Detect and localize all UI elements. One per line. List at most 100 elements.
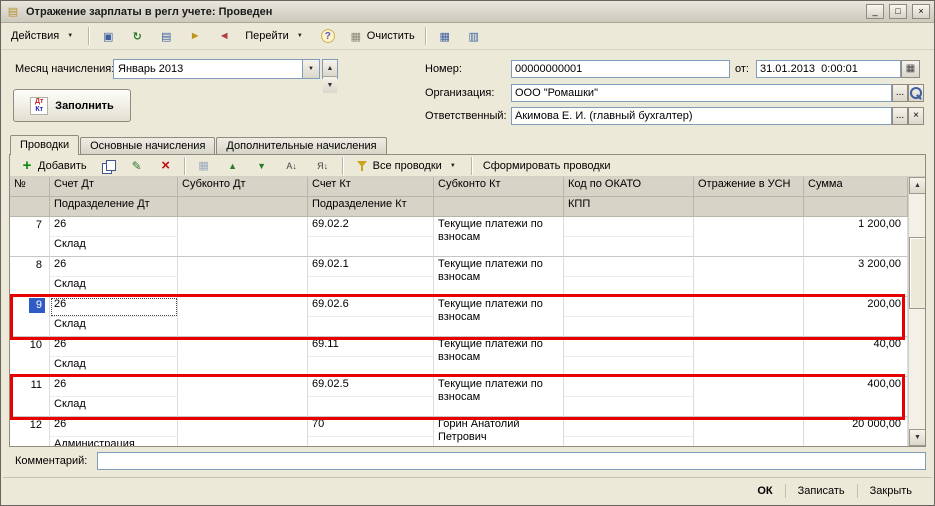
fill-button[interactable]: Заполнить: [13, 89, 131, 122]
cell-credit-account[interactable]: 69.02.5: [308, 377, 434, 397]
scrollbar-thumb[interactable]: [909, 237, 925, 309]
cell-usn[interactable]: [694, 337, 804, 377]
cell-row-number-spacer[interactable]: [10, 237, 50, 257]
copy-row-button[interactable]: [94, 155, 122, 176]
cell-debit-subconto[interactable]: [178, 377, 308, 417]
cell-row-number-spacer[interactable]: [10, 277, 50, 297]
clear-table-button[interactable]: Очистить: [342, 26, 421, 47]
cell-okato[interactable]: [564, 417, 694, 437]
list-settings-button[interactable]: [460, 26, 488, 47]
month-combobox[interactable]: Январь 2013: [113, 59, 320, 79]
cell-row-number-spacer[interactable]: [10, 317, 50, 337]
cell-kpp[interactable]: [564, 357, 694, 377]
tab[interactable]: Проводки: [10, 135, 80, 155]
go-menu-button[interactable]: Перейти: [239, 26, 314, 47]
minimize-button[interactable]: _: [866, 4, 884, 19]
cell-credit-subconto[interactable]: Текущие платежи по взносам: [434, 377, 564, 417]
cell-debit-subconto[interactable]: [178, 217, 308, 257]
cell-okato[interactable]: [564, 297, 694, 317]
cell-debit-subconto[interactable]: [178, 297, 308, 337]
cell-credit-subconto[interactable]: Текущие платежи по взносам: [434, 297, 564, 337]
cell-credit-account[interactable]: 69.02.6: [308, 297, 434, 317]
maximize-button[interactable]: □: [889, 4, 907, 19]
responsible-clear-button[interactable]: ×: [908, 107, 924, 125]
cell-row-number[interactable]: 9: [10, 297, 50, 317]
cell-credit-subconto[interactable]: Горин Анатолий Петрович: [434, 417, 564, 446]
order-settings-button[interactable]: [190, 155, 218, 176]
calendar-button[interactable]: [901, 60, 920, 78]
cell-row-number[interactable]: 7: [10, 217, 50, 237]
cell-sum[interactable]: 3 200,00: [804, 257, 908, 297]
cell-okato[interactable]: [564, 217, 694, 237]
cell-row-number[interactable]: 10: [10, 337, 50, 357]
cell-debit-subdivision[interactable]: Склад: [50, 277, 178, 297]
cell-debit-subdivision[interactable]: Склад: [50, 357, 178, 377]
cell-credit-subconto[interactable]: Текущие платежи по взносам: [434, 217, 564, 257]
comment-input[interactable]: [97, 452, 926, 470]
cell-credit-subconto[interactable]: Текущие платежи по взносам: [434, 257, 564, 297]
cell-sum[interactable]: 40,00: [804, 337, 908, 377]
cell-kpp[interactable]: [564, 437, 694, 446]
actions-menu-button[interactable]: Действия: [5, 26, 84, 47]
tab[interactable]: Основные начисления: [80, 137, 216, 154]
cell-kpp[interactable]: [564, 397, 694, 417]
close-form-button[interactable]: Закрыть: [858, 482, 924, 500]
cell-row-number[interactable]: 11: [10, 377, 50, 397]
sort-ascending-button[interactable]: А↓: [277, 155, 307, 176]
cell-okato[interactable]: [564, 337, 694, 357]
scroll-down-button[interactable]: [909, 429, 925, 446]
cell-usn[interactable]: [694, 257, 804, 297]
cell-debit-account[interactable]: 26: [50, 297, 178, 317]
month-dropdown-button[interactable]: [302, 60, 319, 78]
vertical-scrollbar[interactable]: [908, 177, 925, 446]
cell-debit-subdivision[interactable]: Склад: [50, 317, 178, 337]
responsible-input[interactable]: [511, 107, 892, 125]
cell-usn[interactable]: [694, 217, 804, 257]
cell-debit-subdivision[interactable]: Склад: [50, 237, 178, 257]
cell-credit-account[interactable]: 69.11: [308, 337, 434, 357]
scroll-up-button[interactable]: [909, 177, 925, 194]
move-up-button[interactable]: [219, 155, 247, 176]
cell-debit-subconto[interactable]: [178, 337, 308, 377]
cell-credit-account[interactable]: 69.02.2: [308, 217, 434, 237]
cell-usn[interactable]: [694, 377, 804, 417]
cell-row-number-spacer[interactable]: [10, 437, 50, 446]
cell-kpp[interactable]: [564, 317, 694, 337]
unpost-document-button[interactable]: [210, 26, 238, 47]
cell-debit-account[interactable]: 26: [50, 337, 178, 357]
cell-credit-account[interactable]: 70: [308, 417, 434, 437]
all-postings-filter-button[interactable]: Все проводки: [348, 155, 467, 176]
cell-debit-account[interactable]: 26: [50, 217, 178, 237]
save-button[interactable]: [94, 26, 122, 47]
cell-kpp[interactable]: [564, 277, 694, 297]
cell-credit-subdivision[interactable]: [308, 357, 434, 377]
tab[interactable]: Дополнительные начисления: [216, 137, 387, 154]
cell-debit-account[interactable]: 26: [50, 377, 178, 397]
cell-kpp[interactable]: [564, 237, 694, 257]
reread-button[interactable]: [123, 26, 151, 47]
copy-document-button[interactable]: [152, 26, 180, 47]
generate-postings-button[interactable]: Сформировать проводки: [477, 155, 617, 176]
cell-sum[interactable]: 400,00: [804, 377, 908, 417]
cell-okato[interactable]: [564, 377, 694, 397]
cell-usn[interactable]: [694, 297, 804, 337]
number-input[interactable]: [511, 60, 730, 78]
cell-usn[interactable]: [694, 417, 804, 446]
cell-credit-subconto[interactable]: Текущие платежи по взносам: [434, 337, 564, 377]
cell-row-number[interactable]: 8: [10, 257, 50, 277]
cell-row-number-spacer[interactable]: [10, 357, 50, 377]
cell-debit-account[interactable]: 26: [50, 257, 178, 277]
cell-credit-account[interactable]: 69.02.1: [308, 257, 434, 277]
month-spin-down-button[interactable]: [323, 77, 337, 93]
cell-debit-subdivision[interactable]: Администрация: [50, 437, 178, 446]
cell-credit-subdivision[interactable]: [308, 317, 434, 337]
cell-okato[interactable]: [564, 257, 694, 277]
sort-descending-button[interactable]: Я↓: [308, 155, 338, 176]
move-down-button[interactable]: [248, 155, 276, 176]
responsible-lookup-button[interactable]: ...: [892, 107, 908, 125]
structure-button[interactable]: [431, 26, 459, 47]
post-document-button[interactable]: [181, 26, 209, 47]
cell-sum[interactable]: 200,00: [804, 297, 908, 337]
cell-credit-subdivision[interactable]: [308, 277, 434, 297]
cell-row-number[interactable]: 12: [10, 417, 50, 437]
